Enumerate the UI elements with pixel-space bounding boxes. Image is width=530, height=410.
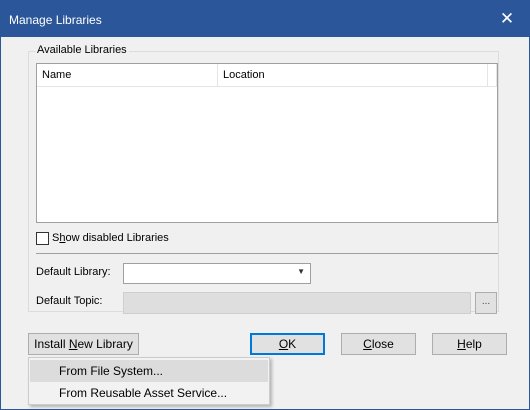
- default-library-label: Default Library:: [36, 266, 111, 278]
- manage-libraries-dialog: Manage Libraries ✕ Available Libraries N…: [0, 0, 530, 410]
- show-disabled-libraries-label: Show disabled Libraries: [52, 232, 169, 244]
- default-topic-label: Default Topic:: [36, 295, 103, 307]
- chevron-down-icon[interactable]: ▼: [297, 267, 305, 276]
- column-header-name[interactable]: Name: [37, 64, 218, 86]
- window-title: Manage Libraries: [9, 13, 102, 27]
- separator: [36, 253, 498, 254]
- help-button[interactable]: Help: [432, 333, 507, 355]
- ok-button[interactable]: OK: [250, 333, 325, 355]
- install-new-library-button[interactable]: Install New Library: [28, 333, 139, 355]
- libraries-list-header: Name Location: [37, 64, 497, 87]
- checkbox-box[interactable]: [36, 232, 49, 245]
- column-header-filler: [488, 64, 497, 86]
- close-button[interactable]: Close: [341, 333, 416, 355]
- default-topic-field: [123, 292, 471, 314]
- default-library-combo[interactable]: ▼: [123, 263, 311, 284]
- title-bar[interactable]: Manage Libraries ✕: [1, 1, 529, 37]
- close-icon[interactable]: ✕: [485, 1, 529, 37]
- install-library-menu: From File System... From Reusable Asset …: [28, 357, 270, 405]
- column-header-location[interactable]: Location: [218, 64, 488, 86]
- menu-item-from-reusable-asset-service[interactable]: From Reusable Asset Service...: [30, 382, 268, 404]
- libraries-list[interactable]: Name Location: [36, 63, 498, 223]
- available-libraries-title: Available Libraries: [35, 44, 129, 56]
- browse-topic-button[interactable]: ...: [475, 292, 497, 314]
- menu-item-from-file-system[interactable]: From File System...: [30, 360, 268, 382]
